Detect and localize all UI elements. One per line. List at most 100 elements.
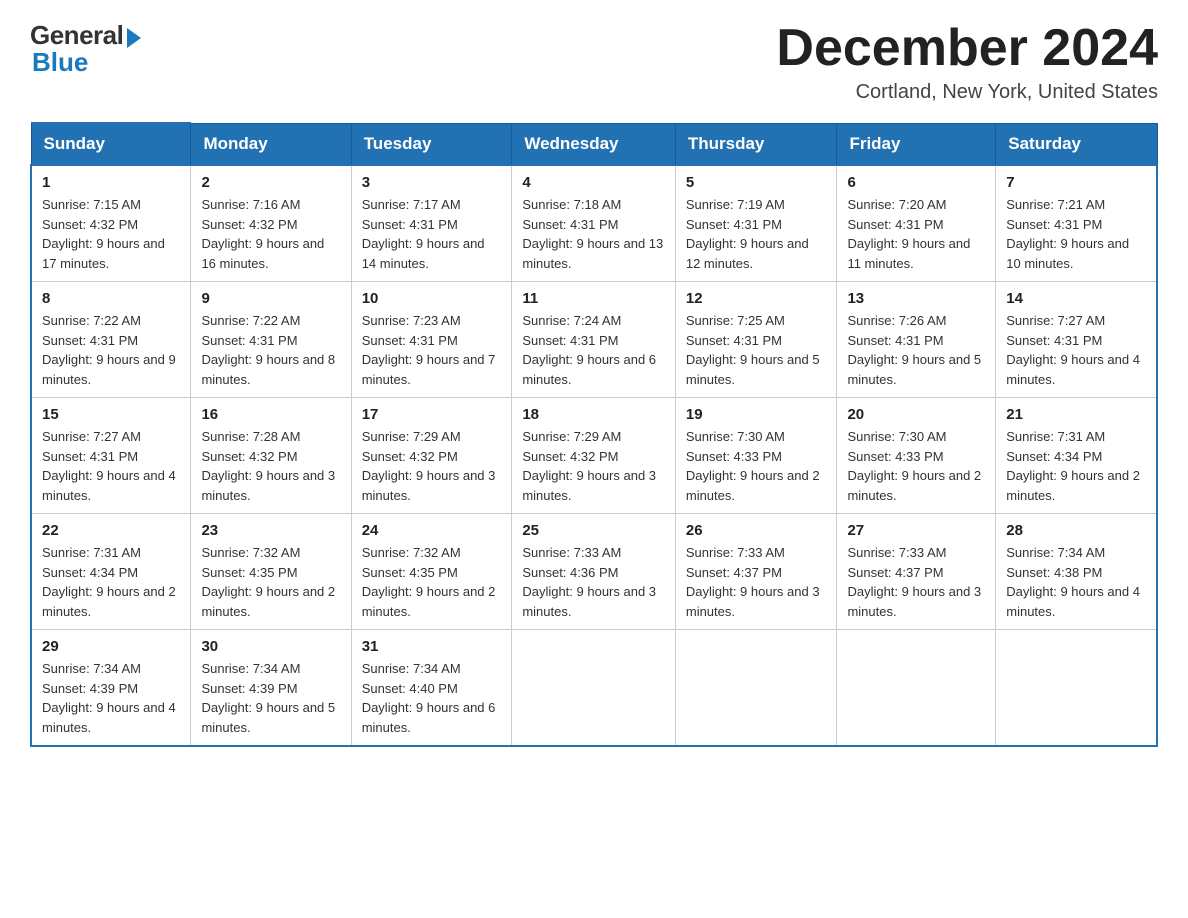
day-info: Sunrise: 7:33 AMSunset: 4:36 PMDaylight:… [522,543,665,621]
weekday-header-tuesday: Tuesday [351,123,512,165]
calendar-week-5: 29 Sunrise: 7:34 AMSunset: 4:39 PMDayligh… [31,630,1157,747]
day-info: Sunrise: 7:21 AMSunset: 4:31 PMDaylight:… [1006,195,1146,273]
day-info: Sunrise: 7:34 AMSunset: 4:39 PMDaylight:… [42,659,180,737]
day-number: 10 [362,290,502,307]
logo: General Blue [30,20,141,78]
calendar-cell: 24Sunrise: 7:32 AMSunset: 4:35 PMDayligh… [351,514,512,630]
day-info: Sunrise: 7:29 AMSunset: 4:32 PMDaylight:… [522,427,665,505]
day-info: Sunrise: 7:18 AMSunset: 4:31 PMDaylight:… [522,195,665,273]
calendar-cell: 26 Sunrise: 7:33 AMSunset: 4:37 PMDayligh… [675,514,837,630]
day-info: Sunrise: 7:34 AMSunset: 4:40 PMDaylight:… [362,659,502,737]
day-info: Sunrise: 7:32 AMSunset: 4:35 PMDaylight:… [362,543,502,621]
calendar-cell: 11 Sunrise: 7:24 AMSunset: 4:31 PMDayligh… [512,282,676,398]
calendar-cell: 22 Sunrise: 7:31 AMSunset: 4:34 PMDayligh… [31,514,191,630]
day-info: Sunrise: 7:32 AMSunset: 4:35 PMDaylight:… [201,543,340,621]
calendar-cell: 5Sunrise: 7:19 AMSunset: 4:31 PMDaylight… [675,165,837,282]
day-info: Sunrise: 7:31 AMSunset: 4:34 PMDaylight:… [1006,427,1146,505]
day-number: 9 [201,290,340,307]
weekday-header-saturday: Saturday [996,123,1157,165]
weekday-header-wednesday: Wednesday [512,123,676,165]
calendar-cell: 7Sunrise: 7:21 AMSunset: 4:31 PMDaylight… [996,165,1157,282]
calendar-cell [512,630,676,747]
calendar-cell: 23 Sunrise: 7:32 AMSunset: 4:35 PMDayligh… [191,514,351,630]
calendar-cell [837,630,996,747]
calendar-cell: 15 Sunrise: 7:27 AMSunset: 4:31 PMDayligh… [31,398,191,514]
day-number: 26 [686,522,827,539]
day-number: 30 [201,638,340,655]
day-number: 20 [847,406,985,423]
day-info: Sunrise: 7:34 AMSunset: 4:38 PMDaylight:… [1006,543,1146,621]
calendar-cell: 9 Sunrise: 7:22 AMSunset: 4:31 PMDaylight… [191,282,351,398]
day-info: Sunrise: 7:33 AMSunset: 4:37 PMDaylight:… [847,543,985,621]
calendar-week-4: 22 Sunrise: 7:31 AMSunset: 4:34 PMDayligh… [31,514,1157,630]
day-info: Sunrise: 7:25 AMSunset: 4:31 PMDaylight:… [686,311,827,389]
calendar-week-2: 8 Sunrise: 7:22 AMSunset: 4:31 PMDaylight… [31,282,1157,398]
day-info: Sunrise: 7:33 AMSunset: 4:37 PMDaylight:… [686,543,827,621]
calendar-cell: 14Sunrise: 7:27 AMSunset: 4:31 PMDayligh… [996,282,1157,398]
day-info: Sunrise: 7:22 AMSunset: 4:31 PMDaylight:… [42,311,180,389]
day-info: Sunrise: 7:34 AMSunset: 4:39 PMDaylight:… [201,659,340,737]
day-info: Sunrise: 7:24 AMSunset: 4:31 PMDaylight:… [522,311,665,389]
day-number: 4 [522,174,665,191]
day-number: 6 [847,174,985,191]
calendar-week-3: 15 Sunrise: 7:27 AMSunset: 4:31 PMDayligh… [31,398,1157,514]
day-number: 18 [522,406,665,423]
day-info: Sunrise: 7:26 AMSunset: 4:31 PMDaylight:… [847,311,985,389]
calendar-cell: 18 Sunrise: 7:29 AMSunset: 4:32 PMDayligh… [512,398,676,514]
title-block: December 2024 Cortland, New York, United… [776,20,1158,104]
day-info: Sunrise: 7:30 AMSunset: 4:33 PMDaylight:… [847,427,985,505]
day-number: 16 [201,406,340,423]
day-number: 3 [362,174,502,191]
calendar-cell: 13 Sunrise: 7:26 AMSunset: 4:31 PMDayligh… [837,282,996,398]
calendar-cell: 25Sunrise: 7:33 AMSunset: 4:36 PMDayligh… [512,514,676,630]
day-info: Sunrise: 7:22 AMSunset: 4:31 PMDaylight:… [201,311,340,389]
day-number: 28 [1006,522,1146,539]
month-title: December 2024 [776,20,1158,77]
weekday-header-sunday: Sunday [31,123,191,165]
day-number: 2 [201,174,340,191]
day-number: 22 [42,522,180,539]
day-number: 17 [362,406,502,423]
location-text: Cortland, New York, United States [776,81,1158,104]
day-number: 13 [847,290,985,307]
logo-blue-text: Blue [32,47,88,78]
day-number: 19 [686,406,827,423]
calendar-table: SundayMondayTuesdayWednesdayThursdayFrid… [30,122,1158,747]
calendar-cell: 31 Sunrise: 7:34 AMSunset: 4:40 PMDayligh… [351,630,512,747]
day-number: 31 [362,638,502,655]
page-header: General Blue December 2024 Cortland, New… [30,20,1158,104]
calendar-week-1: 1 Sunrise: 7:15 AMSunset: 4:32 PMDaylight… [31,165,1157,282]
day-info: Sunrise: 7:29 AMSunset: 4:32 PMDaylight:… [362,427,502,505]
calendar-cell: 28 Sunrise: 7:34 AMSunset: 4:38 PMDayligh… [996,514,1157,630]
day-info: Sunrise: 7:20 AMSunset: 4:31 PMDaylight:… [847,195,985,273]
weekday-header-monday: Monday [191,123,351,165]
day-info: Sunrise: 7:15 AMSunset: 4:32 PMDaylight:… [42,195,180,273]
calendar-cell: 21 Sunrise: 7:31 AMSunset: 4:34 PMDayligh… [996,398,1157,514]
day-number: 27 [847,522,985,539]
day-info: Sunrise: 7:27 AMSunset: 4:31 PMDaylight:… [42,427,180,505]
day-number: 23 [201,522,340,539]
day-info: Sunrise: 7:19 AMSunset: 4:31 PMDaylight:… [686,195,827,273]
day-number: 29 [42,638,180,655]
calendar-cell: 17 Sunrise: 7:29 AMSunset: 4:32 PMDayligh… [351,398,512,514]
day-info: Sunrise: 7:27 AMSunset: 4:31 PMDaylight:… [1006,311,1146,389]
calendar-cell: 1 Sunrise: 7:15 AMSunset: 4:32 PMDaylight… [31,165,191,282]
calendar-cell: 6 Sunrise: 7:20 AMSunset: 4:31 PMDaylight… [837,165,996,282]
day-number: 15 [42,406,180,423]
day-number: 11 [522,290,665,307]
weekday-header-row: SundayMondayTuesdayWednesdayThursdayFrid… [31,123,1157,165]
calendar-cell: 20 Sunrise: 7:30 AMSunset: 4:33 PMDayligh… [837,398,996,514]
day-info: Sunrise: 7:17 AMSunset: 4:31 PMDaylight:… [362,195,502,273]
calendar-cell: 19Sunrise: 7:30 AMSunset: 4:33 PMDayligh… [675,398,837,514]
day-info: Sunrise: 7:23 AMSunset: 4:31 PMDaylight:… [362,311,502,389]
day-number: 1 [42,174,180,191]
day-info: Sunrise: 7:31 AMSunset: 4:34 PMDaylight:… [42,543,180,621]
day-number: 8 [42,290,180,307]
calendar-cell [996,630,1157,747]
day-number: 12 [686,290,827,307]
calendar-cell: 8 Sunrise: 7:22 AMSunset: 4:31 PMDaylight… [31,282,191,398]
calendar-cell: 4 Sunrise: 7:18 AMSunset: 4:31 PMDaylight… [512,165,676,282]
day-number: 21 [1006,406,1146,423]
calendar-cell: 16Sunrise: 7:28 AMSunset: 4:32 PMDayligh… [191,398,351,514]
calendar-cell: 29 Sunrise: 7:34 AMSunset: 4:39 PMDayligh… [31,630,191,747]
